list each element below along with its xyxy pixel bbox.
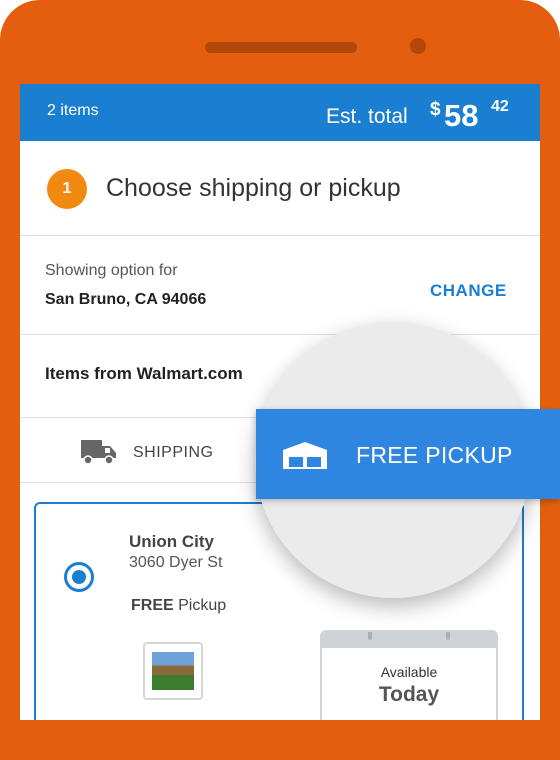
phone-speaker (205, 42, 357, 53)
tab-free-pickup-label: FREE PICKUP (356, 442, 513, 468)
store-photo (152, 652, 194, 690)
store-icon (280, 440, 330, 475)
calendar-ring (446, 632, 450, 640)
est-total-label: Est. total (326, 105, 408, 128)
phone-frame: 2 items Est. total $ 58 42 1 Choose ship… (0, 0, 560, 760)
pickup-note: FREE Pickup (131, 597, 226, 615)
store-thumbnail (143, 642, 203, 700)
availability-label: Available (380, 664, 438, 680)
radio-selected-dot (72, 570, 86, 584)
price-cents: 42 (491, 98, 509, 115)
items-count[interactable]: 2 items (47, 102, 99, 120)
step-title: Choose shipping or pickup (106, 174, 401, 202)
showing-option-label: Showing option for (45, 262, 178, 279)
tab-shipping-label: SHIPPING (133, 444, 214, 461)
calendar-icon: Available Today (320, 630, 498, 720)
pickup-free-label: FREE (131, 597, 174, 614)
availability-value: Today (378, 683, 440, 706)
store-name: Union City (129, 532, 214, 551)
change-location-button[interactable]: CHANGE (430, 281, 507, 301)
store-radio-button[interactable] (64, 562, 94, 592)
store-address: 3060 Dyer St (129, 554, 223, 571)
location-row: Showing option for San Bruno, CA 94066 C… (20, 236, 540, 335)
seller-label: Items from Walmart.com (45, 364, 243, 383)
calendar-ring (368, 632, 372, 640)
step-number-badge: 1 (47, 169, 87, 209)
cart-summary-bar: 2 items Est. total $ 58 42 (20, 84, 540, 141)
phone-camera (410, 38, 426, 54)
pickup-word: Pickup (178, 597, 227, 614)
step-header: 1 Choose shipping or pickup (20, 141, 540, 236)
truck-icon (80, 438, 118, 471)
calendar-header (322, 632, 496, 648)
price-dollars: 58 (444, 98, 479, 133)
tab-free-pickup[interactable]: FREE PICKUP (256, 409, 560, 499)
price-currency: $ (430, 99, 441, 120)
location-value: San Bruno, CA 94066 (45, 291, 207, 308)
